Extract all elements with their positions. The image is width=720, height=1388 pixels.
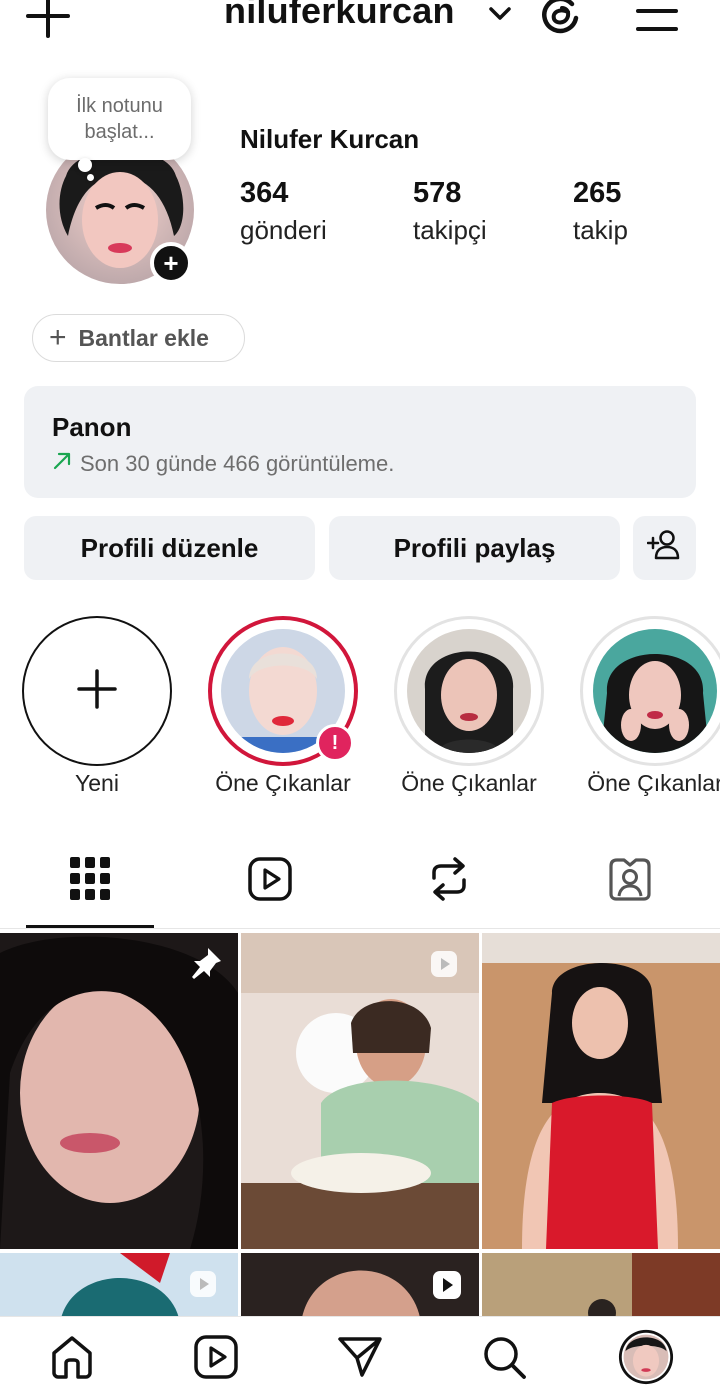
share-profile-button[interactable]: Profili paylaş xyxy=(329,516,620,580)
stat-following-label: takip xyxy=(573,215,628,245)
alert-icon: ! xyxy=(316,724,354,762)
highlight-item[interactable]: Öne Çıkanlar xyxy=(580,616,720,797)
profile-avatar[interactable] xyxy=(618,1329,674,1385)
home-icon[interactable] xyxy=(44,1329,100,1385)
stat-posts-label: gönderi xyxy=(240,215,327,245)
add-bands-label: Bantlar ekle xyxy=(78,324,209,351)
note-bubble[interactable]: İlk notunu başlat... xyxy=(48,78,191,160)
pin-icon xyxy=(188,945,224,986)
reel-badge-icon xyxy=(431,1269,463,1306)
grid-post[interactable] xyxy=(482,933,720,1249)
tab-reels[interactable] xyxy=(206,850,334,912)
tagged-icon xyxy=(607,856,653,907)
highlight-new[interactable]: Yeni xyxy=(22,616,172,797)
reposts-icon xyxy=(428,856,470,907)
reels-icon xyxy=(247,856,293,907)
messages-icon[interactable] xyxy=(332,1329,388,1385)
header-username[interactable]: niluferkurcan xyxy=(224,0,455,32)
tab-posts[interactable] xyxy=(26,850,154,912)
bottom-navigation xyxy=(0,1316,720,1388)
grid-post[interactable] xyxy=(0,933,238,1249)
grid-post[interactable] xyxy=(0,1253,238,1323)
plus-icon: + xyxy=(49,321,67,354)
highlight-label: Öne Çıkanlar xyxy=(587,770,720,796)
grid-post[interactable] xyxy=(482,1253,720,1323)
profile-full-name: Nilufer Kurcan xyxy=(240,124,420,154)
stat-posts[interactable]: 364 gönderi xyxy=(240,176,327,250)
highlight-label: Öne Çıkanlar xyxy=(215,770,351,796)
trend-up-icon xyxy=(52,451,72,477)
highlight-label: Öne Çıkanlar xyxy=(401,770,537,796)
note-bubble-tail xyxy=(78,158,92,172)
note-bubble-tail-small xyxy=(87,174,94,181)
add-person-button[interactable] xyxy=(633,516,696,580)
dashboard-title: Panon xyxy=(52,412,132,442)
highlight-cover xyxy=(593,629,717,753)
reel-badge-icon xyxy=(188,1269,218,1304)
highlight-label: Yeni xyxy=(75,770,119,796)
stat-followers-value: 578 xyxy=(413,177,462,209)
highlight-item[interactable]: Öne Çıkanlar xyxy=(394,616,544,797)
search-icon[interactable] xyxy=(476,1329,532,1385)
stat-following-value: 265 xyxy=(573,177,622,209)
reels-icon[interactable] xyxy=(188,1329,244,1385)
professional-dashboard[interactable]: Panon Son 30 günde 466 görüntüleme. xyxy=(24,386,696,498)
stat-followers-label: takipçi xyxy=(413,215,487,245)
grid-icon xyxy=(70,856,110,906)
tab-reposts[interactable] xyxy=(385,850,513,912)
stat-posts-value: 364 xyxy=(240,177,289,209)
plus-icon xyxy=(77,668,117,714)
reel-badge-icon xyxy=(429,949,459,984)
threads-icon[interactable] xyxy=(536,0,586,38)
grid-post[interactable] xyxy=(241,1253,479,1323)
stat-followers[interactable]: 578 takipçi xyxy=(413,176,487,250)
tab-tagged[interactable] xyxy=(566,850,694,912)
stat-following[interactable]: 265 takip xyxy=(573,176,628,250)
top-bar: niluferkurcan xyxy=(0,0,720,44)
add-person-icon xyxy=(646,529,683,568)
grid-post[interactable] xyxy=(241,933,479,1249)
add-bands-button[interactable]: + Bantlar ekle xyxy=(32,314,245,362)
highlight-item[interactable]: ! Öne Çıkanlar xyxy=(208,616,358,797)
add-story-icon[interactable]: + xyxy=(150,242,192,284)
menu-icon[interactable] xyxy=(634,0,680,36)
dashboard-subtitle: Son 30 günde 466 görüntüleme. xyxy=(80,451,395,476)
tab-divider xyxy=(0,928,720,929)
plus-icon[interactable] xyxy=(24,0,72,40)
chevron-down-icon[interactable] xyxy=(486,0,514,28)
highlight-cover xyxy=(407,629,531,753)
edit-profile-button[interactable]: Profili düzenle xyxy=(24,516,315,580)
